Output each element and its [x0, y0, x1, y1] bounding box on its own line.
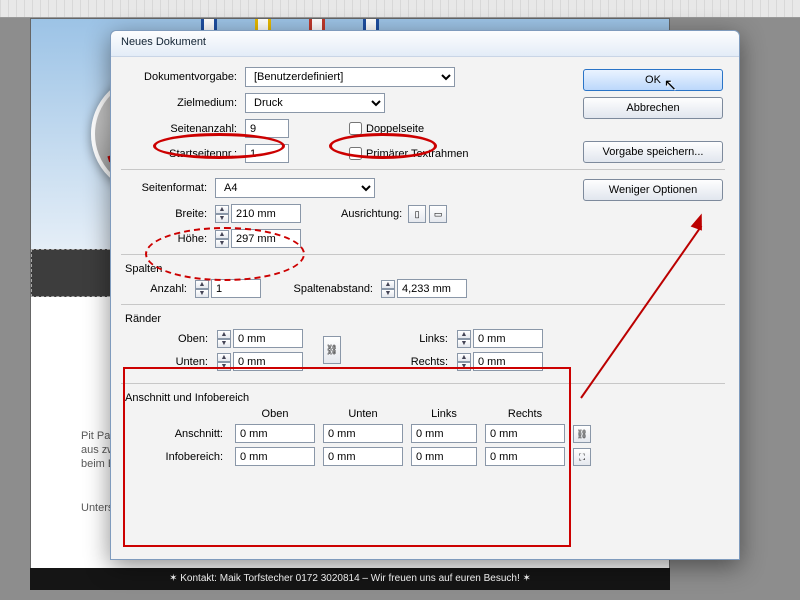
- fewer-options-button[interactable]: Weniger Optionen: [583, 179, 723, 201]
- col-count-spinner[interactable]: ▲▼: [195, 279, 261, 298]
- orientation-label: Ausrichtung:: [341, 208, 402, 220]
- preset-label: Dokumentvorgabe:: [125, 71, 245, 83]
- mouse-cursor-icon: ↖: [664, 75, 677, 95]
- gutter-spinner[interactable]: ▲▼: [381, 279, 467, 298]
- margin-top-label: Oben:: [127, 333, 212, 345]
- margin-top-spinner[interactable]: ▲▼: [217, 329, 307, 348]
- annotation-oval-facing: [329, 133, 437, 159]
- orientation-landscape-icon[interactable]: ▭: [429, 205, 447, 223]
- width-label: Breite:: [155, 208, 215, 220]
- margin-left-spinner[interactable]: ▲▼: [457, 329, 547, 348]
- margin-link-icon[interactable]: ⛓: [323, 336, 341, 364]
- margin-right-label: Rechts:: [357, 356, 452, 368]
- annotation-oval-pages: [153, 133, 285, 159]
- annotation-oval-size: [145, 227, 305, 281]
- orientation-portrait-icon[interactable]: ▯: [408, 205, 426, 223]
- new-document-dialog: Neues Dokument OK Abbrechen Vorgabe spei…: [110, 30, 740, 560]
- annotation-rect-bottom: [123, 367, 571, 547]
- preset-select[interactable]: [Benutzerdefiniert]: [245, 67, 455, 87]
- pagesize-label: Seitenformat:: [125, 182, 215, 194]
- dialog-titlebar[interactable]: Neues Dokument: [111, 31, 739, 57]
- bleed-link-icon[interactable]: ⛓: [573, 425, 591, 443]
- pagesize-select[interactable]: A4: [215, 178, 375, 198]
- col-count-label: Anzahl:: [135, 283, 195, 295]
- cancel-button[interactable]: Abbrechen: [583, 97, 723, 119]
- margin-bottom-label: Unten:: [127, 356, 212, 368]
- margin-left-label: Links:: [357, 333, 452, 345]
- intent-select[interactable]: Druck: [245, 93, 385, 113]
- ok-button[interactable]: OK: [583, 69, 723, 91]
- save-preset-button[interactable]: Vorgabe speichern...: [583, 141, 723, 163]
- page-footer: ✶ Kontakt: Maik Torfstecher 0172 3020814…: [30, 568, 670, 590]
- slug-link-icon[interactable]: ⛶: [573, 448, 591, 466]
- width-spinner[interactable]: ▲▼: [215, 204, 301, 223]
- ruler-horizontal: [0, 0, 800, 18]
- gutter-label: Spaltenabstand:: [281, 283, 381, 295]
- intent-label: Zielmedium:: [125, 97, 245, 109]
